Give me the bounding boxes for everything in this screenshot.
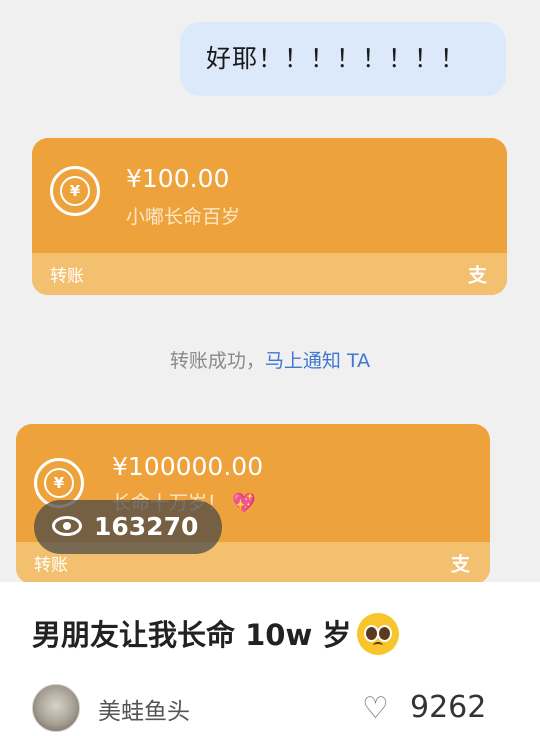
notice-text: 转账成功， — [169, 350, 265, 372]
author-name[interactable]: 美蛙鱼头 — [98, 692, 190, 726]
coin-symbol: ¥ — [44, 468, 74, 498]
alipay-icon: 支 — [450, 553, 470, 576]
view-count-badge: 163270 — [34, 500, 222, 554]
transfer-footer-label: 转账 — [34, 555, 68, 576]
message-bubble: 好耶！！！！！！！！ — [180, 22, 506, 96]
heart-outline-icon[interactable]: ♡ — [362, 692, 389, 726]
transfer-icon: ¥ — [50, 166, 100, 216]
alipay-icon: 支 — [467, 264, 487, 287]
post-title-text: 男朋友让我长命 10w 岁 — [32, 618, 352, 652]
transfer-amount: ¥100.00 — [126, 164, 230, 193]
coin-symbol: ¥ — [60, 176, 90, 206]
transfer-note: 小嘟长命百岁 — [126, 206, 241, 228]
avatar[interactable] — [32, 684, 80, 732]
transfer-success-notice: 转账成功，马上通知 TA — [0, 346, 540, 373]
sparkling-heart-icon: 💖 — [232, 492, 256, 514]
transfer-card[interactable]: ¥ ¥100.00 小嘟长命百岁 转账 支 — [32, 138, 507, 295]
screenshot-image[interactable]: 好耶！！！！！！！！ ¥ ¥100.00 小嘟长命百岁 转账 支 转账成功，马上… — [0, 0, 540, 582]
transfer-amount: ¥100000.00 — [112, 452, 264, 481]
notify-link[interactable]: 马上通知 TA — [265, 350, 370, 372]
transfer-footer: 转账 支 — [32, 253, 507, 295]
view-count: 163270 — [94, 512, 199, 541]
like-count: 9262 — [410, 690, 487, 725]
transfer-footer-label: 转账 — [50, 266, 84, 287]
pleading-face-icon — [357, 613, 400, 655]
eye-icon — [52, 516, 82, 536]
post-title[interactable]: 男朋友让我长命 10w 岁 — [32, 612, 400, 658]
